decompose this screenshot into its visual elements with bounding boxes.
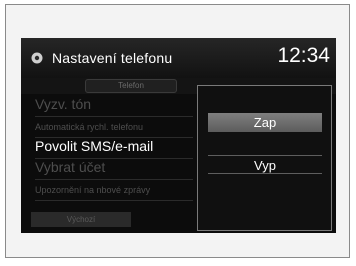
phone-settings-screen: Nastavení telefonu 12:34 Telefon Vyzv. t… xyxy=(21,38,336,233)
option-popup: Zap Vyp xyxy=(197,85,332,231)
list-item-ringtone[interactable]: Vyzv. tón xyxy=(35,96,193,117)
gear-icon xyxy=(31,52,43,64)
list-item-allow-sms-email[interactable]: Povolit SMS/e-mail xyxy=(35,138,193,159)
list-item-select-account[interactable]: Vybrat účet xyxy=(35,159,193,180)
title-bar: Nastavení telefonu 12:34 xyxy=(21,38,336,78)
default-button[interactable]: Výchozí xyxy=(31,212,131,227)
option-on[interactable]: Zap xyxy=(208,113,322,132)
clock: 12:34 xyxy=(277,44,330,67)
page-title: Nastavení telefonu xyxy=(52,50,173,66)
option-off[interactable]: Vyp xyxy=(208,155,322,174)
list-item-auto-answer[interactable]: Automatická rychl. telefonu xyxy=(35,117,193,138)
list-item-new-message-notification[interactable]: Upozornění na nbové zprávy xyxy=(35,180,193,201)
tab-telefon[interactable]: Telefon xyxy=(85,79,177,93)
